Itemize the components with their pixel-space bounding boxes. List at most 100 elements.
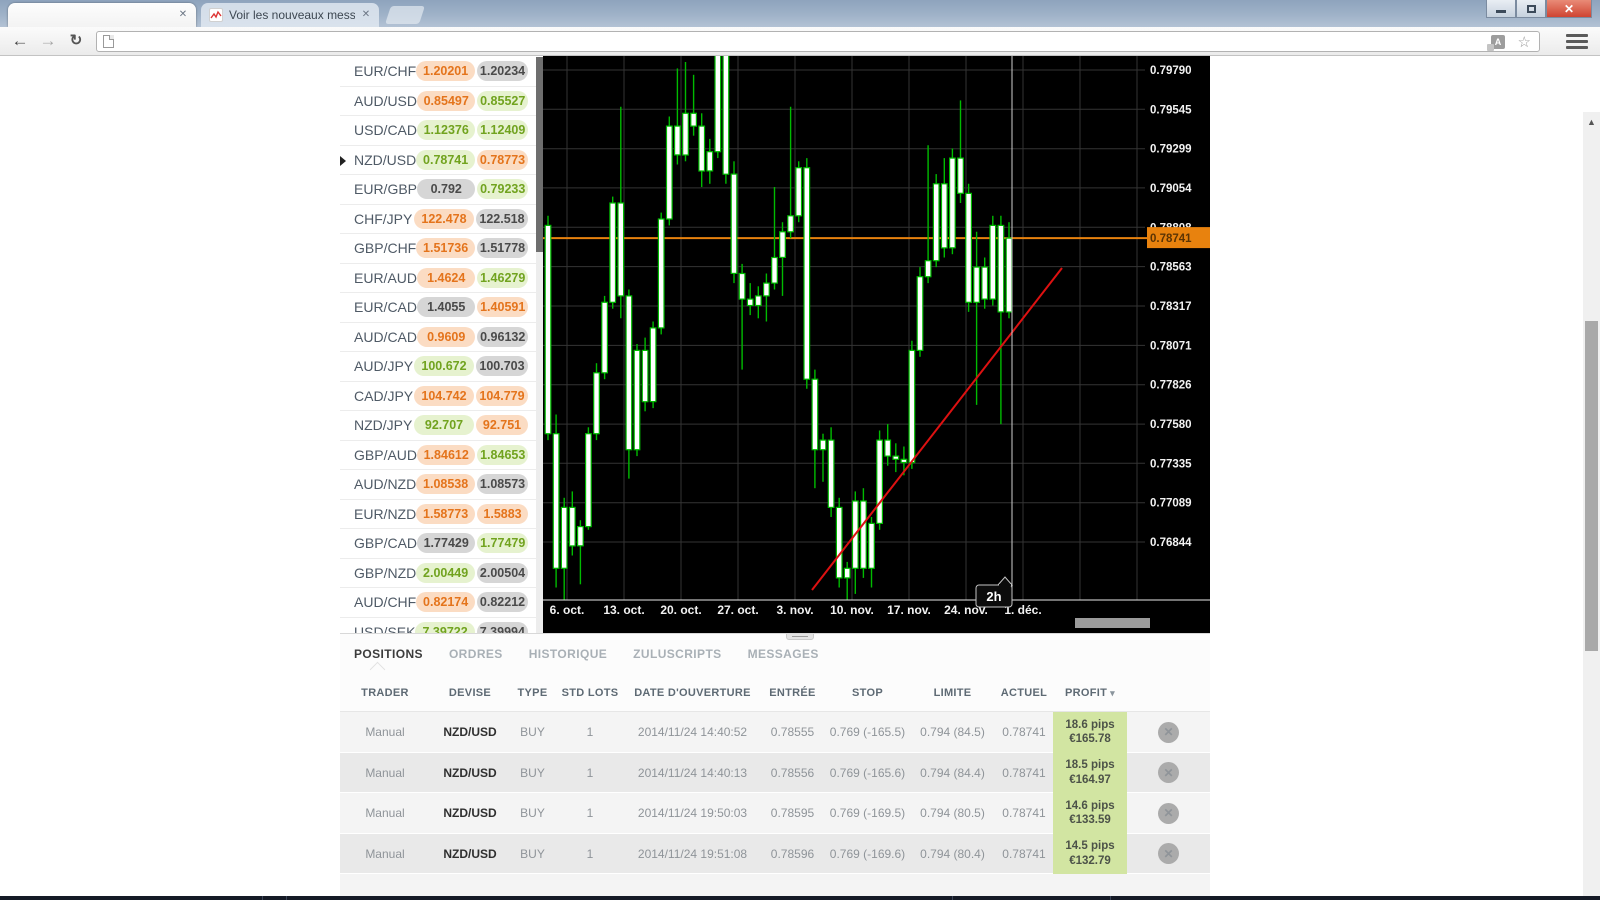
close-position-button[interactable]: ✕ bbox=[1158, 802, 1179, 824]
tab-close-icon[interactable]: ✕ bbox=[360, 9, 372, 21]
bid-price: 1.4624 bbox=[417, 267, 476, 288]
restore-button[interactable] bbox=[1516, 0, 1546, 18]
address-bar[interactable]: A ☆ bbox=[96, 31, 1540, 52]
column-header-profit[interactable]: PROFIT ▾ bbox=[1053, 687, 1127, 699]
browser-scrollbar-thumb[interactable] bbox=[1585, 321, 1598, 651]
pair-symbol: AUD/CAD bbox=[354, 328, 418, 345]
watchlist-row-USD-CAD[interactable]: USD/CAD 1.12376 1.12409 bbox=[340, 116, 536, 146]
bid-price: 0.9609 bbox=[417, 326, 476, 347]
column-header-date-d-ouverture[interactable]: DATE D'OUVERTURE bbox=[625, 687, 760, 699]
column-header-limite[interactable]: LIMITE bbox=[910, 687, 995, 699]
cell-type: BUY bbox=[520, 806, 545, 821]
ask-price: 1.08573 bbox=[477, 474, 528, 495]
watchlist-row-AUD-USD[interactable]: AUD/USD 0.85497 0.85527 bbox=[340, 86, 536, 116]
bid-price: 0.85497 bbox=[417, 90, 476, 111]
watchlist-scrollbar[interactable] bbox=[536, 57, 543, 641]
svg-text:0.78741: 0.78741 bbox=[1150, 233, 1192, 245]
minimize-button[interactable] bbox=[1486, 0, 1516, 18]
tab-close-icon[interactable]: ✕ bbox=[177, 9, 189, 21]
column-header-std-lots[interactable]: STD LOTS bbox=[555, 687, 625, 699]
ask-price: 1.46279 bbox=[477, 267, 528, 288]
cell-lots: 1 bbox=[586, 846, 594, 861]
watchlist-row-GBP-AUD[interactable]: GBP/AUD 1.84612 1.84653 bbox=[340, 440, 536, 470]
cell-actuel: 0.78741 bbox=[1002, 765, 1046, 780]
position-row[interactable]: Manual NZD/USD BUY 1 2014/11/24 19:50:03 0.78… bbox=[340, 793, 1210, 834]
bid-price: 0.78741 bbox=[416, 149, 476, 170]
browser-toolbar: ← → ↻ A ☆ bbox=[0, 27, 1600, 56]
column-header-devise[interactable]: DEVISE bbox=[430, 687, 510, 699]
watchlist-row-NZD-JPY[interactable]: NZD/JPY 92.707 92.751 bbox=[340, 411, 536, 441]
pair-symbol: GBP/CHF bbox=[354, 240, 417, 257]
browser-tab-1[interactable]: ✕ bbox=[8, 3, 196, 27]
svg-text:27. oct.: 27. oct. bbox=[717, 603, 758, 617]
watchlist-row-GBP-CHF[interactable]: GBP/CHF 1.51736 1.51778 bbox=[340, 234, 536, 264]
close-window-button[interactable]: ✕ bbox=[1546, 0, 1592, 18]
cell-type: BUY bbox=[520, 846, 545, 861]
svg-text:0.76844: 0.76844 bbox=[1150, 537, 1192, 549]
ask-price: 1.40591 bbox=[477, 297, 528, 318]
browser-tab-2[interactable]: Voir les nouveaux messag ✕ bbox=[201, 3, 379, 27]
reload-button[interactable]: ↻ bbox=[64, 30, 88, 52]
cell-actuel: 0.78741 bbox=[1002, 846, 1046, 861]
watchlist-row-AUD-CHF[interactable]: AUD/CHF 0.82174 0.82212 bbox=[340, 588, 536, 618]
column-header-actuel[interactable]: ACTUEL bbox=[995, 687, 1053, 699]
watchlist-row-EUR-CAD[interactable]: EUR/CAD 1.4055 1.40591 bbox=[340, 293, 536, 323]
position-row[interactable]: Manual NZD/USD BUY 1 2014/11/24 19:51:08 0.78… bbox=[340, 833, 1210, 874]
svg-text:3. nov.: 3. nov. bbox=[776, 603, 813, 617]
panel-tabs: POSITIONS ORDRES HISTORIQUE ZULUSCRIPTS MESS… bbox=[340, 634, 1210, 674]
column-header-type[interactable]: TYPE bbox=[510, 687, 555, 699]
watchlist-row-GBP-CAD[interactable]: GBP/CAD 1.77429 1.77479 bbox=[340, 529, 536, 559]
scroll-up-arrow-icon[interactable]: ▲ bbox=[1583, 114, 1600, 130]
pair-symbol: AUD/CHF bbox=[354, 594, 417, 611]
svg-text:0.79790: 0.79790 bbox=[1150, 65, 1192, 77]
watchlist-row-EUR-CHF[interactable]: EUR/CHF 1.20201 1.20234 bbox=[340, 57, 536, 87]
column-header-entr-e[interactable]: ENTRÉE bbox=[760, 687, 825, 699]
watchlist-row-CHF-JPY[interactable]: CHF/JPY 122.478 122.518 bbox=[340, 204, 536, 234]
cell-actuel: 0.78741 bbox=[1002, 806, 1046, 821]
svg-text:2h: 2h bbox=[986, 589, 1001, 604]
close-position-button[interactable]: ✕ bbox=[1158, 721, 1179, 743]
cell-lots: 1 bbox=[586, 806, 594, 821]
position-row[interactable]: Manual NZD/USD BUY 1 2014/11/24 14:40:13 0.78… bbox=[340, 752, 1210, 793]
table-row-partial bbox=[340, 874, 1210, 896]
new-tab-button[interactable] bbox=[385, 6, 425, 24]
price-chart-canvas[interactable]: 6. oct. 13. oct. 20. oct. 27. oct. 3. nov. 10… bbox=[543, 56, 1210, 635]
watchlist-scrollbar-thumb[interactable] bbox=[536, 57, 543, 252]
browser-menu-icon[interactable] bbox=[1566, 34, 1588, 50]
panel-tab-messages[interactable]: MESSAGES bbox=[748, 647, 819, 661]
column-header-trader[interactable]: TRADER bbox=[340, 687, 430, 699]
back-button[interactable]: ← bbox=[8, 30, 32, 52]
selected-pair-arrow-icon bbox=[340, 155, 346, 166]
cell-limite: 0.794 (80.4) bbox=[920, 846, 985, 861]
close-position-button[interactable]: ✕ bbox=[1158, 762, 1179, 784]
bid-price: 104.742 bbox=[414, 385, 474, 406]
column-header-stop[interactable]: STOP bbox=[825, 687, 910, 699]
translate-icon[interactable]: A bbox=[1487, 35, 1505, 51]
pair-symbol: EUR/GBP bbox=[354, 181, 418, 198]
pair-symbol: CHF/JPY bbox=[354, 210, 413, 227]
chart-hscrollbar-thumb[interactable] bbox=[1075, 618, 1150, 628]
position-row[interactable]: Manual NZD/USD BUY 1 2014/11/24 14:40:52 0.78… bbox=[340, 712, 1210, 753]
close-position-button[interactable]: ✕ bbox=[1158, 843, 1179, 865]
panel-tab-ordres[interactable]: ORDRES bbox=[449, 647, 503, 661]
watchlist-row-CAD-JPY[interactable]: CAD/JPY 104.742 104.779 bbox=[340, 381, 536, 411]
watchlist-row-GBP-NZD[interactable]: GBP/NZD 2.00449 2.00504 bbox=[340, 558, 536, 588]
chart-favicon-icon bbox=[209, 8, 223, 22]
panel-tab-historique[interactable]: HISTORIQUE bbox=[529, 647, 607, 661]
positions-table-body: Manual NZD/USD BUY 1 2014/11/24 14:40:52 0.78… bbox=[340, 712, 1210, 874]
ask-price: 100.703 bbox=[476, 356, 528, 377]
svg-text:0.78563: 0.78563 bbox=[1150, 262, 1192, 274]
panel-tab-zuluscripts[interactable]: ZULUSCRIPTS bbox=[633, 647, 721, 661]
watchlist-row-EUR-NZD[interactable]: EUR/NZD 1.58773 1.5883 bbox=[340, 499, 536, 529]
watchlist-row-NZD-USD[interactable]: NZD/USD 0.78741 0.78773 bbox=[340, 145, 536, 175]
panel-tab-positions[interactable]: POSITIONS bbox=[354, 647, 423, 661]
watchlist-row-AUD-NZD[interactable]: AUD/NZD 1.08538 1.08573 bbox=[340, 470, 536, 500]
browser-scrollbar[interactable]: ▲ ▼ bbox=[1583, 112, 1600, 900]
watchlist-row-AUD-JPY[interactable]: AUD/JPY 100.672 100.703 bbox=[340, 352, 536, 382]
watchlist-row-EUR-GBP[interactable]: EUR/GBP 0.792 0.79233 bbox=[340, 175, 536, 205]
watchlist-row-AUD-CAD[interactable]: AUD/CAD 0.9609 0.96132 bbox=[340, 322, 536, 352]
forward-button[interactable]: → bbox=[36, 30, 60, 52]
pair-symbol: EUR/CAD bbox=[354, 299, 418, 316]
bookmark-star-icon[interactable]: ☆ bbox=[1518, 33, 1531, 51]
watchlist-row-EUR-AUD[interactable]: EUR/AUD 1.4624 1.46279 bbox=[340, 263, 536, 293]
